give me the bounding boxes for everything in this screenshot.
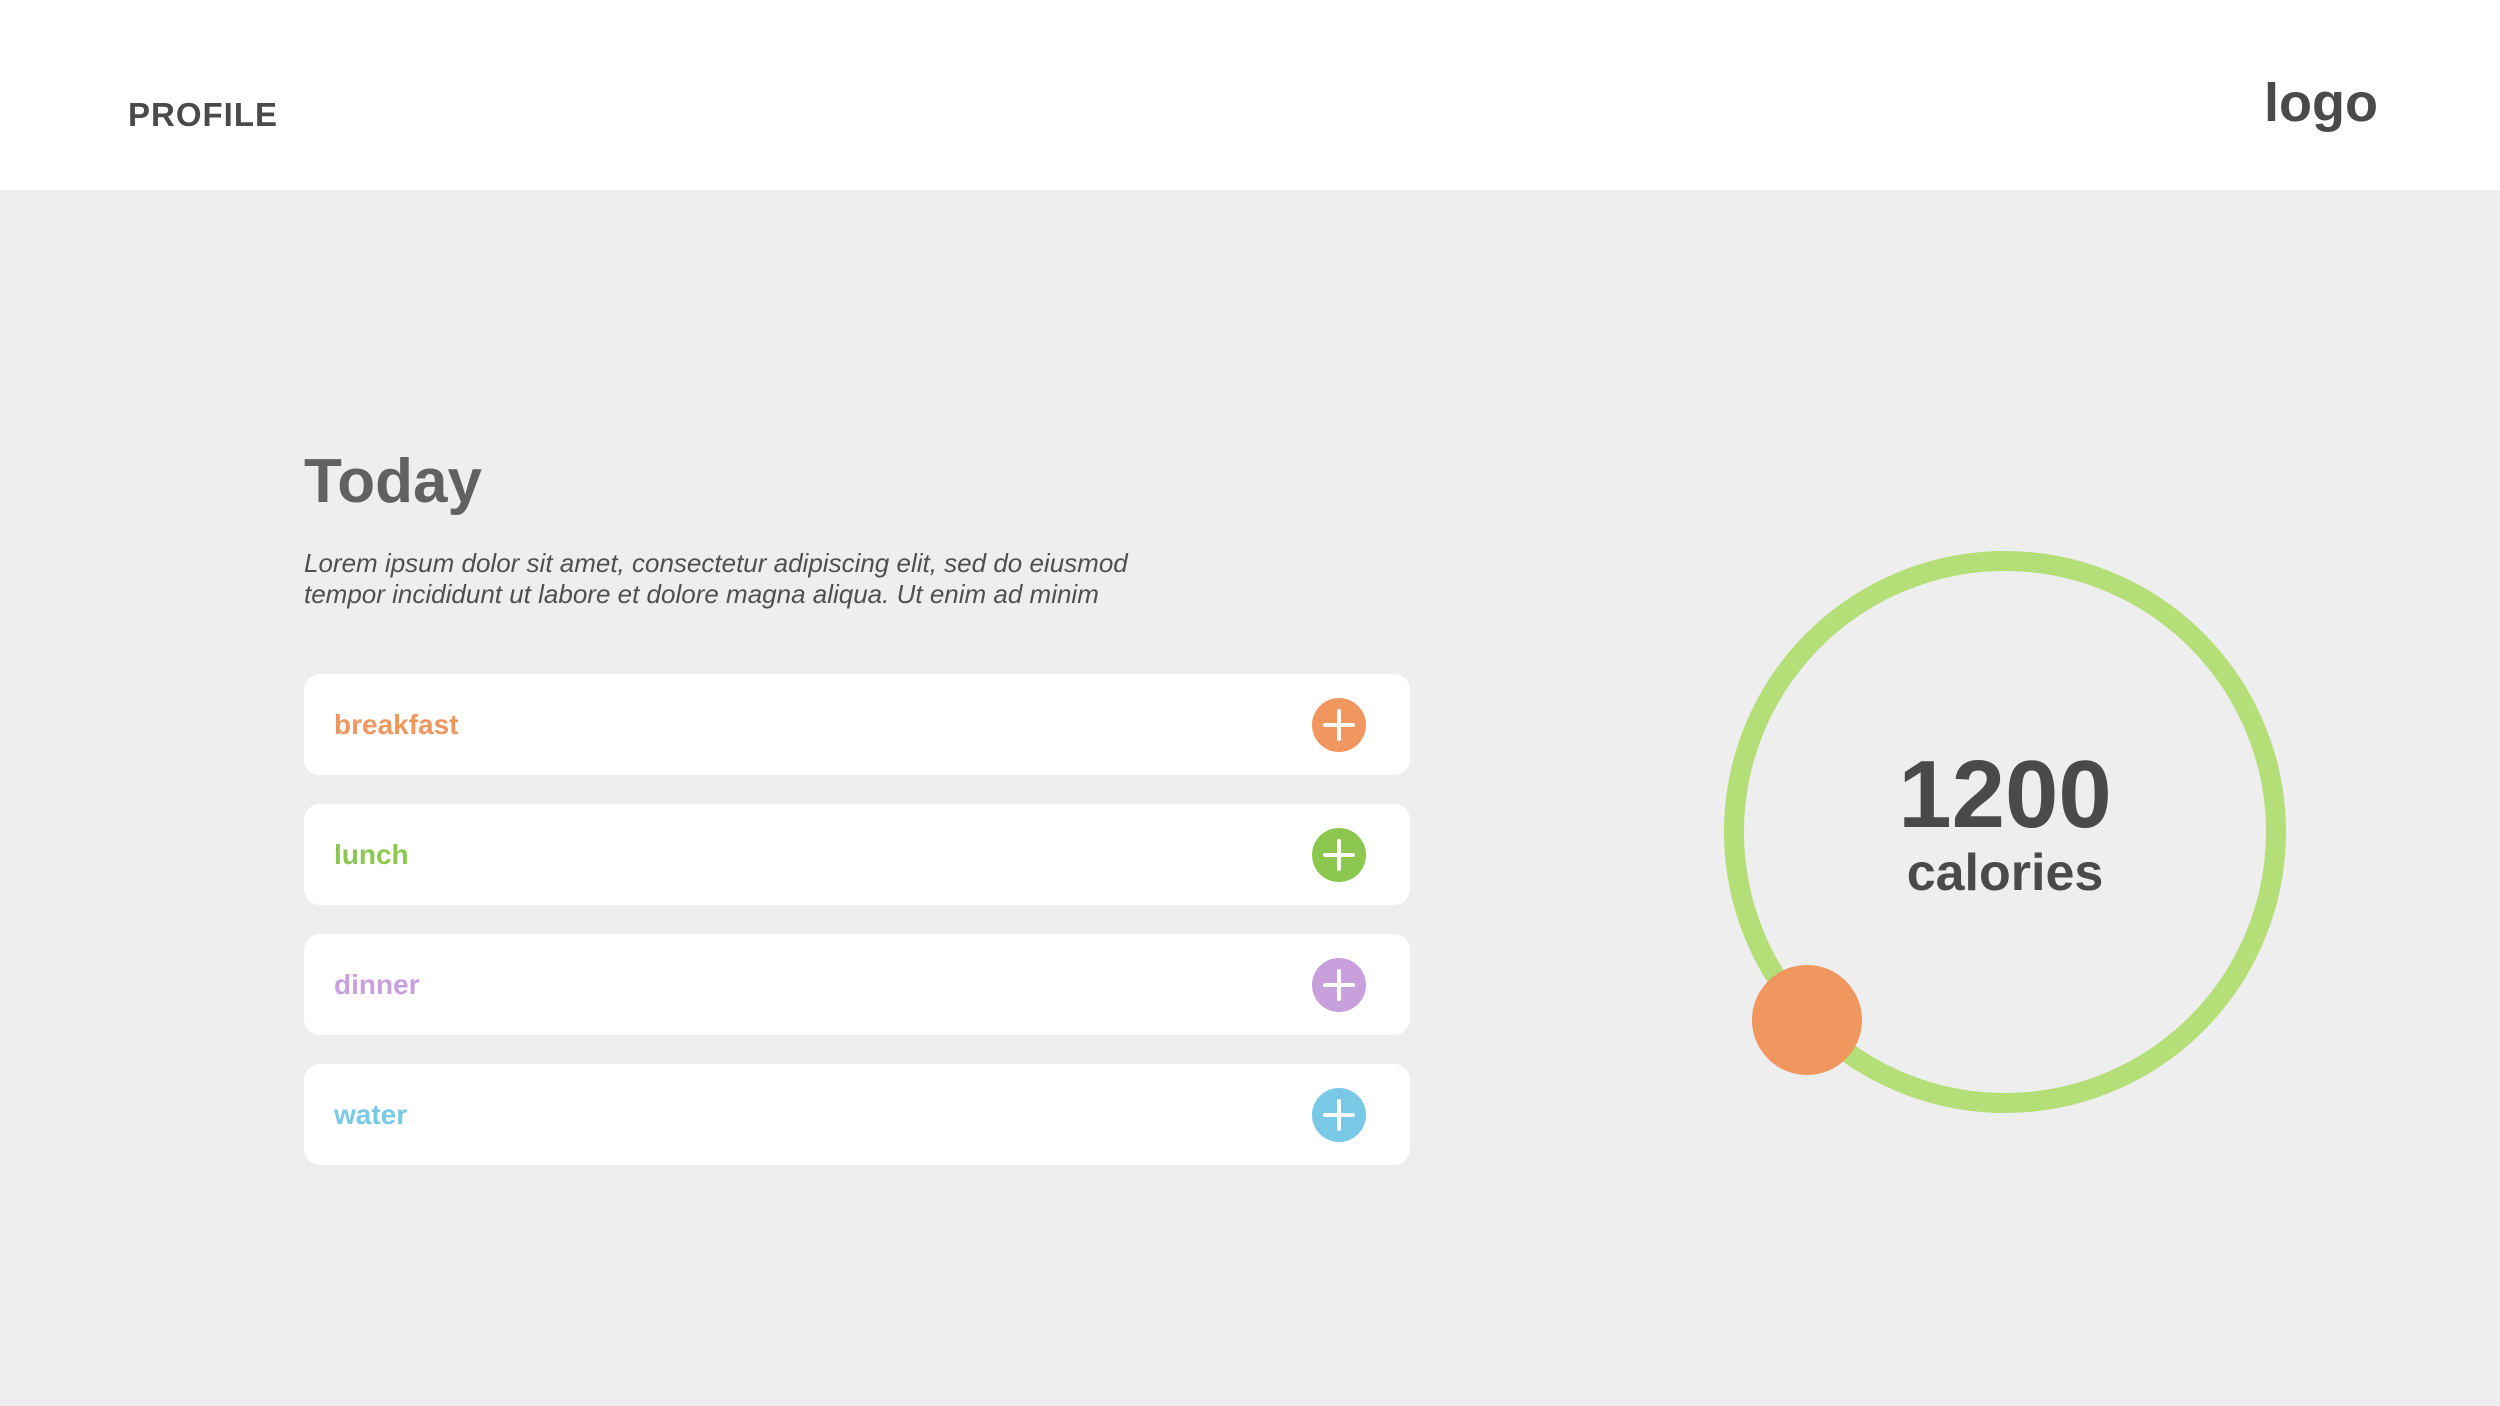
meal-card-water[interactable]: water xyxy=(304,1064,1410,1165)
calorie-value: 1200 xyxy=(1898,741,2112,848)
plus-icon xyxy=(1323,1098,1355,1131)
meal-card-dinner[interactable]: dinner xyxy=(304,934,1410,1035)
plus-icon xyxy=(1323,968,1355,1001)
calorie-unit: calories xyxy=(1906,844,2104,902)
add-breakfast-button[interactable] xyxy=(1312,697,1366,752)
description: Lorem ipsum dolor sit amet, consectetur … xyxy=(304,548,1224,610)
meal-label: breakfast xyxy=(334,708,459,740)
meal-label: lunch xyxy=(334,838,409,870)
plus-icon xyxy=(1323,708,1355,741)
description-line: tempor incididunt ut labore et dolore ma… xyxy=(304,579,1099,609)
add-dinner-button[interactable] xyxy=(1312,957,1366,1012)
meal-list: breakfast lunch dinner water xyxy=(304,674,1410,1194)
header: PROFILE logo xyxy=(0,0,2500,190)
add-lunch-button[interactable] xyxy=(1312,827,1366,882)
meal-card-lunch[interactable]: lunch xyxy=(304,804,1410,905)
meal-label: dinner xyxy=(334,968,420,1000)
description-line: Lorem ipsum dolor sit amet, consectetur … xyxy=(304,548,1128,578)
calorie-ring-handle[interactable] xyxy=(1752,965,1862,1075)
main-content: Today Lorem ipsum dolor sit amet, consec… xyxy=(0,190,2500,1406)
add-water-button[interactable] xyxy=(1312,1087,1366,1142)
page-title: Today xyxy=(304,447,482,516)
meal-card-breakfast[interactable]: breakfast xyxy=(304,674,1410,775)
logo[interactable]: logo xyxy=(2264,72,2378,134)
plus-icon xyxy=(1323,838,1355,871)
calorie-ring: 1200 calories xyxy=(1720,547,2290,1117)
meal-label: water xyxy=(334,1098,408,1130)
profile-link[interactable]: PROFILE xyxy=(128,96,278,134)
